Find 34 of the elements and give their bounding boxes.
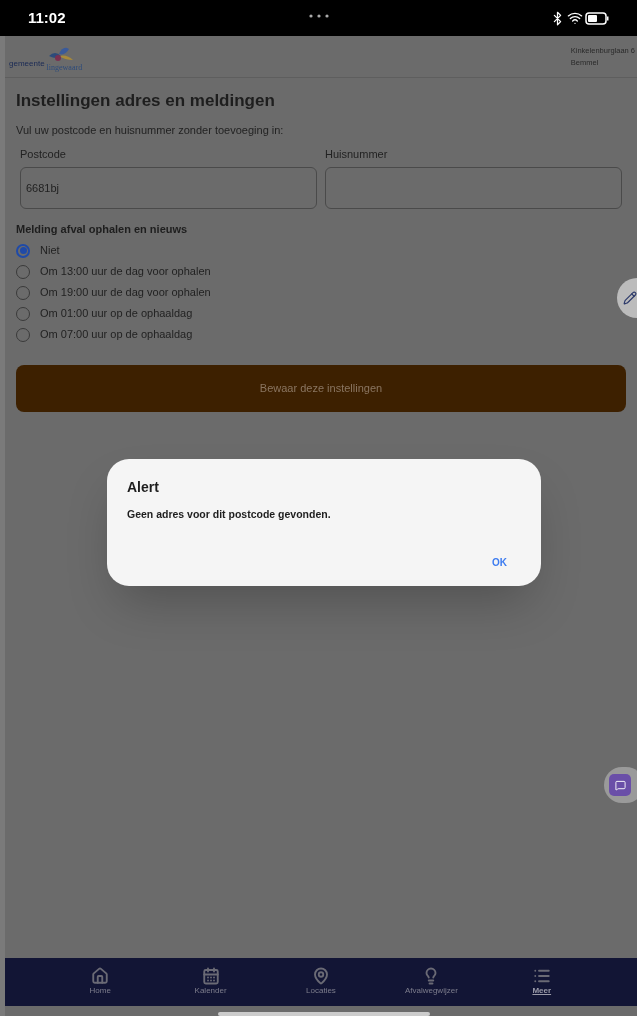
nav-tab[interactable]: Meer (501, 967, 582, 997)
nav-tab[interactable]: Afvalwegwijzer (391, 967, 472, 997)
section-label: Melding afval ophalen en nieuws (16, 221, 189, 237)
radio-option[interactable]: Niet (16, 240, 60, 261)
radio-option[interactable]: Om 19:00 uur de dag voor ophalen (16, 282, 211, 303)
calendar-icon (201, 967, 220, 985)
radio-button[interactable] (16, 243, 30, 258)
home-icon (91, 967, 110, 985)
logo-small-text: gemeente (9, 57, 45, 70)
radio-option[interactable]: Om 13:00 uur de dag voor ophalen (16, 261, 211, 282)
text-field[interactable]: 6681bj (20, 166, 317, 209)
chat-button[interactable] (604, 767, 637, 803)
pencil-icon (623, 291, 637, 305)
dialog-message: Geen adres voor dit postcode gevonden. (127, 507, 332, 522)
radio-option[interactable]: Om 07:00 uur op de ophaaldag (16, 324, 193, 345)
instruction-text: Vul uw postcode en huisnummer zonder toevoeging in: (16, 122, 285, 138)
dots-icon (309, 14, 329, 18)
nav-tab[interactable]: Home (60, 967, 141, 997)
status-time: 11:02 (28, 7, 66, 28)
field-label: Postcode (20, 147, 67, 162)
ok-button[interactable]: OK (492, 555, 507, 570)
list-icon (532, 967, 551, 985)
map-pin-icon (311, 967, 330, 985)
text-field[interactable] (325, 166, 622, 209)
nav-tab[interactable]: Kalender (170, 967, 251, 997)
page-title: Instellingen adres en meldingen (16, 90, 276, 112)
battery-icon (585, 11, 609, 25)
nav-tab[interactable]: Locaties (280, 967, 361, 997)
wifi-icon (567, 10, 583, 26)
dialog-title: Alert (127, 478, 160, 497)
radio-option[interactable]: Om 01:00 uur op de ophaaldag (16, 303, 193, 324)
save-button[interactable]: Bewaar deze instellingen (16, 365, 626, 412)
field-label: Huisnummer (325, 147, 389, 162)
chat-icon (614, 779, 626, 791)
